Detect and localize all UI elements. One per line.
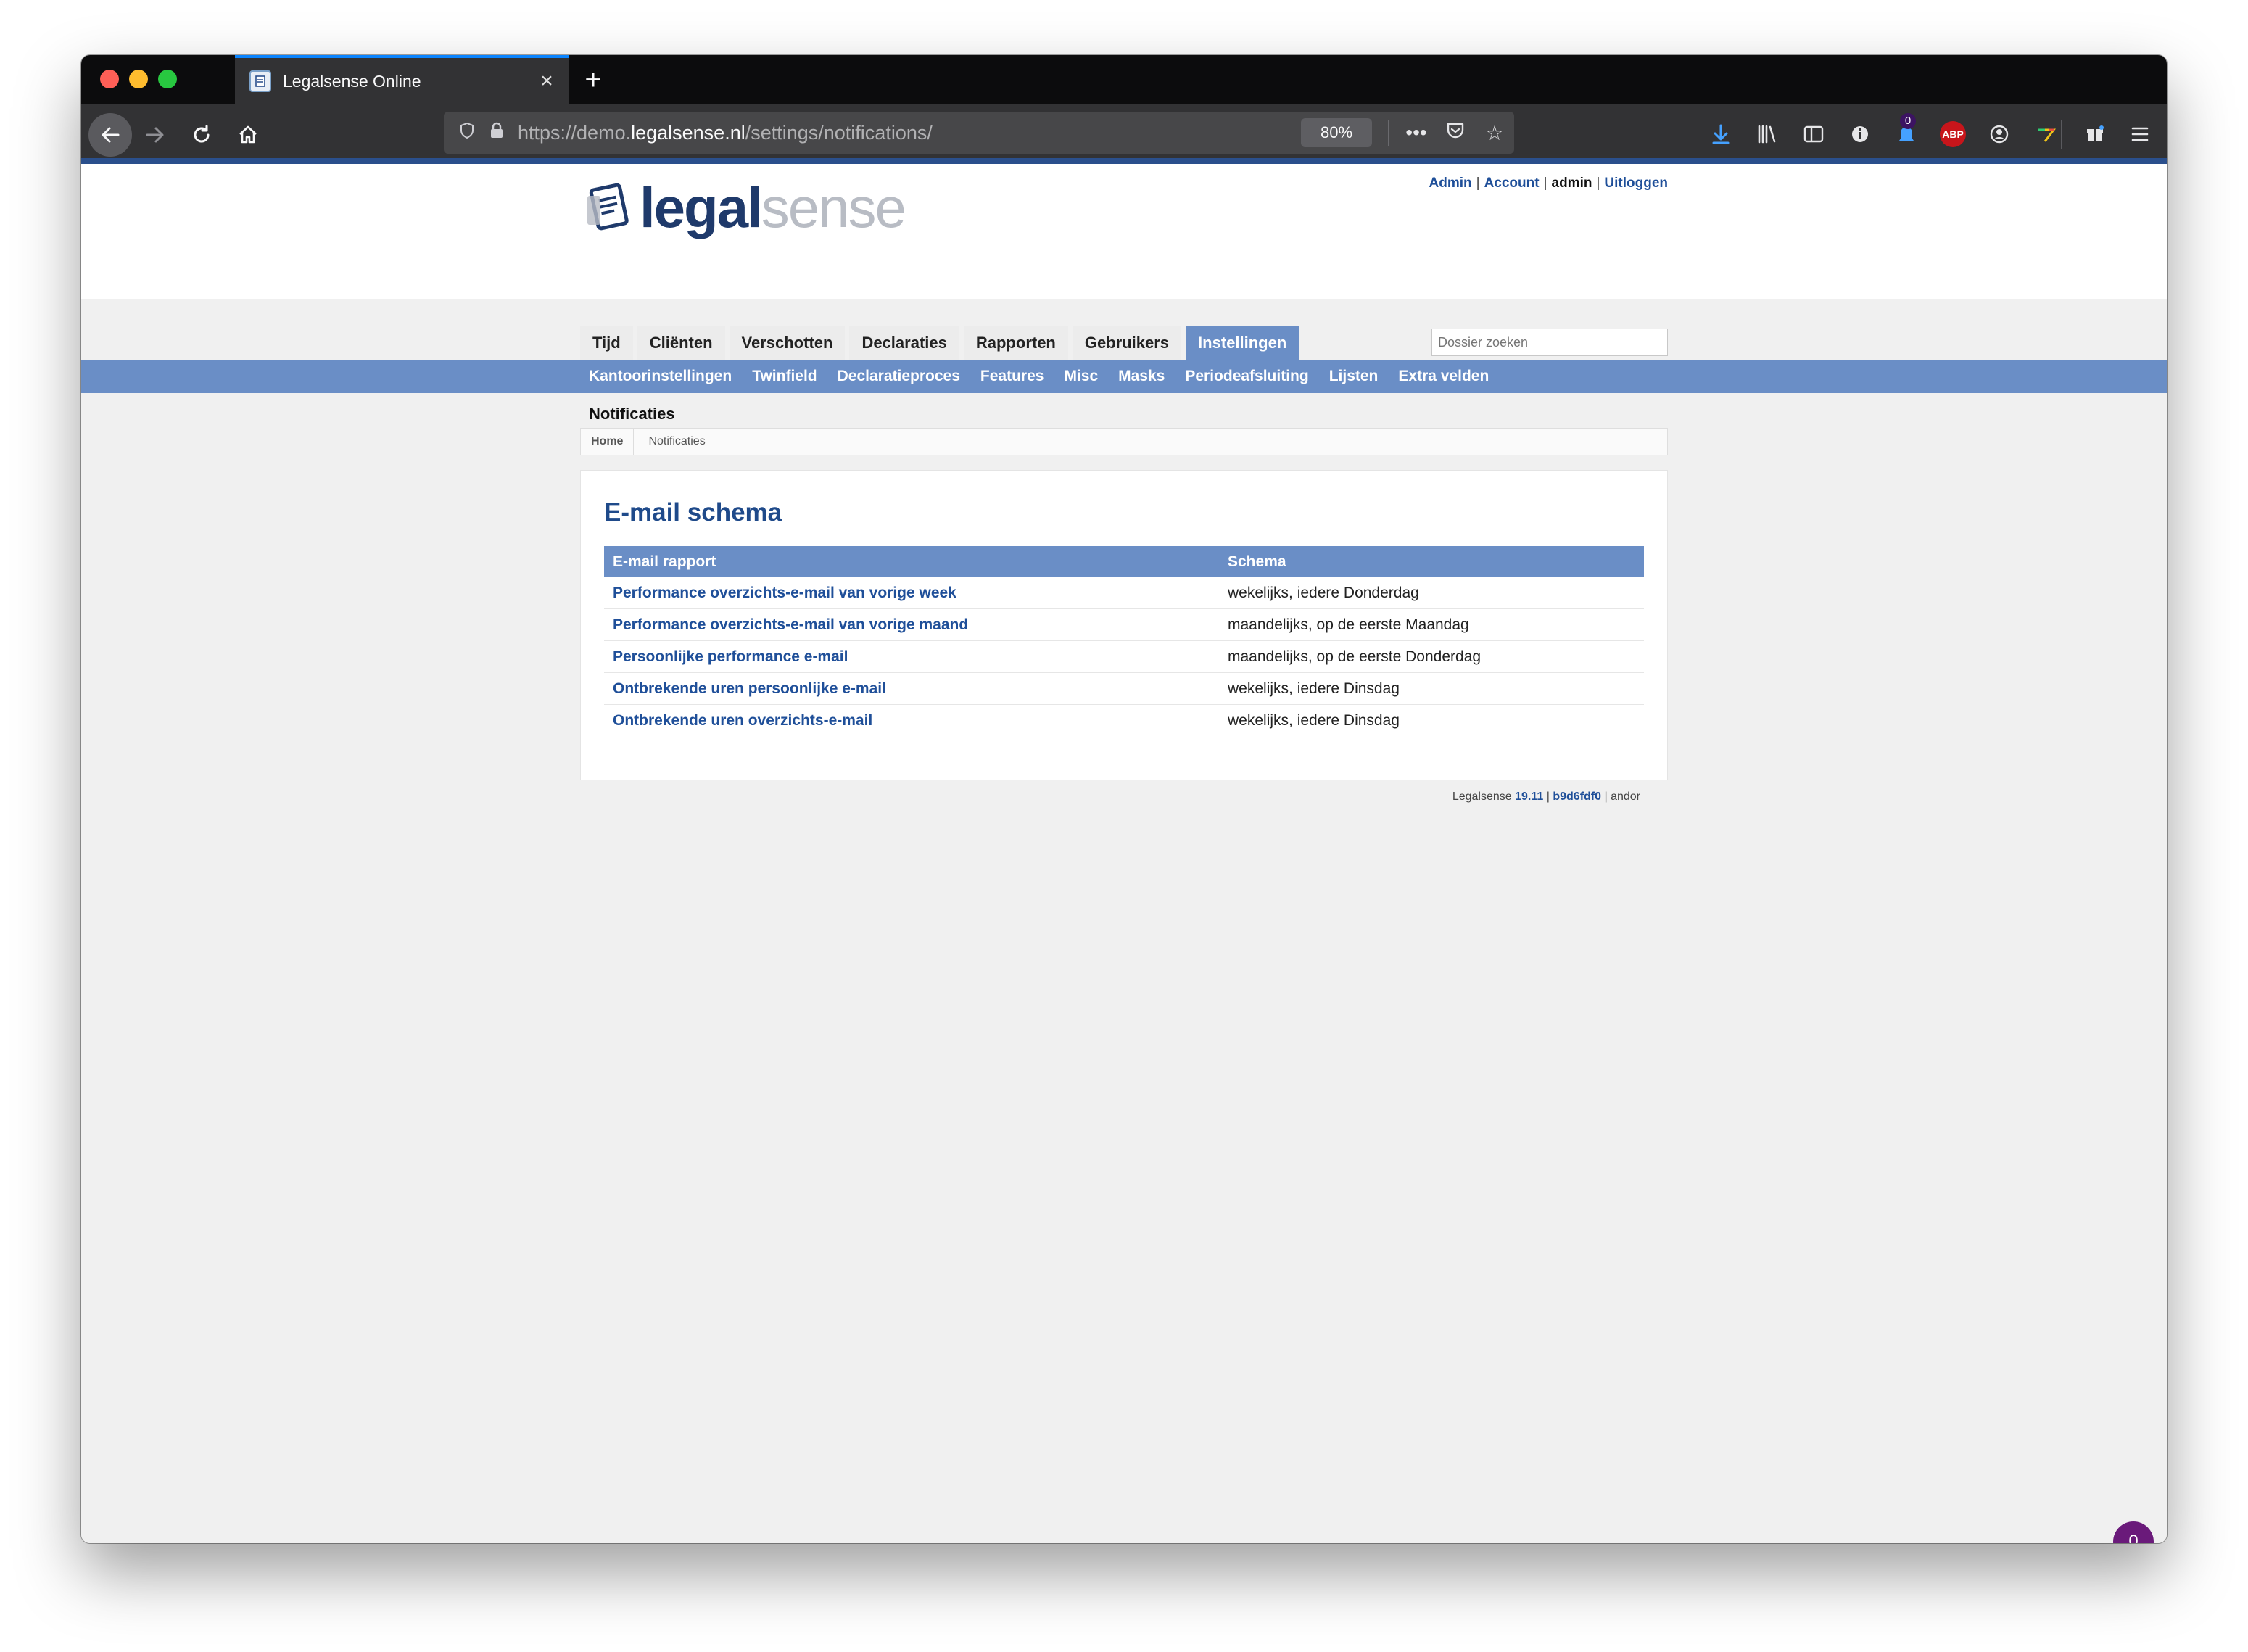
table-row: Ontbrekende uren overzichts-e-mail wekel… [604, 705, 1644, 737]
current-user: admin [1551, 175, 1592, 191]
subnav-twinfield[interactable]: Twinfield [752, 360, 817, 393]
subnav-periodeafsluiting[interactable]: Periodeafsluiting [1185, 360, 1308, 393]
breadcrumb-home[interactable]: Home [581, 429, 635, 455]
subnav-misc[interactable]: Misc [1064, 360, 1098, 393]
close-tab-icon[interactable]: × [532, 69, 561, 94]
logout-link[interactable]: Uitloggen [1604, 175, 1668, 191]
minimize-window-button[interactable] [129, 70, 148, 88]
browser-window: Legalsense Online × + https://demo.legal… [81, 55, 2167, 1543]
toolbar-accent-line [81, 158, 2167, 164]
user-links: Admin | Account | admin | Uitloggen [1429, 175, 1668, 191]
footer-host: andor [1611, 790, 1640, 803]
tracking-shield-icon[interactable] [454, 122, 480, 144]
reload-button[interactable] [180, 113, 223, 157]
breadcrumb-current: Notificaties [648, 435, 706, 447]
tab-clienten[interactable]: Cliënten [637, 326, 725, 360]
browser-titlebar: Legalsense Online × + [81, 55, 2167, 104]
account-icon[interactable] [1983, 117, 2016, 151]
table-row: Ontbrekende uren persoonlijke e-mail wek… [604, 672, 1644, 705]
url-text[interactable]: https://demo.legalsense.nl/settings/noti… [518, 122, 1301, 144]
zoom-level-badge[interactable]: 80% [1301, 118, 1372, 147]
version-link[interactable]: 19.11 [1515, 790, 1543, 803]
column-header-schedule: Schema [1219, 546, 1644, 577]
table-row: Performance overzichts-e-mail van vorige… [604, 577, 1644, 609]
subnav-kantoorinstellingen[interactable]: Kantoorinstellingen [589, 360, 732, 393]
color-extension-icon[interactable] [2029, 117, 2062, 151]
favicon-icon [249, 70, 271, 92]
tab-gebruikers[interactable]: Gebruikers [1072, 326, 1182, 360]
bookmark-star-icon[interactable]: ☆ [1475, 121, 1514, 145]
new-tab-button[interactable]: + [574, 61, 612, 99]
tab-title: Legalsense Online [283, 71, 421, 91]
table-row: Performance overzichts-e-mail van vorige… [604, 608, 1644, 641]
email-schedule-panel: E-mail schema E-mail rapport Schema Perf… [580, 470, 1668, 780]
web-page: legalsense Admin | Account | admin | Uitloggen… [81, 164, 2167, 1543]
email-schedule-table: E-mail rapport Schema Performance overzi… [604, 546, 1644, 736]
subnav-declaratieproces[interactable]: Declaratieproces [838, 360, 960, 393]
schedule-cell: maandelijks, op de eerste Donderdag [1219, 640, 1644, 673]
logo-wordmark: legalsense [640, 175, 906, 239]
library-icon[interactable] [1751, 117, 1784, 151]
main-navigation: Tijd Cliënten Verschotten Declaraties Ra… [580, 326, 1303, 360]
address-bar[interactable]: https://demo.legalsense.nl/settings/noti… [444, 112, 1514, 154]
dossier-search-input[interactable] [1431, 329, 1668, 356]
admin-link[interactable]: Admin [1429, 175, 1472, 191]
close-window-button[interactable] [100, 70, 119, 88]
tab-rapporten[interactable]: Rapporten [963, 326, 1068, 360]
page-footer: Legalsense 19.11 | b9d6fdf0 | andor [1452, 790, 1640, 803]
browser-tab[interactable]: Legalsense Online × [235, 55, 569, 104]
schedule-cell: wekelijks, iedere Donderdag [1219, 577, 1644, 609]
subnav-features[interactable]: Features [980, 360, 1044, 393]
info-extension-icon[interactable] [1843, 117, 1877, 151]
tab-tijd[interactable]: Tijd [580, 326, 633, 360]
tab-verschotten[interactable]: Verschotten [729, 326, 846, 360]
urlbar-separator [1388, 120, 1389, 146]
settings-subnav: Kantoorinstellingen Twinfield Declaratie… [81, 360, 2167, 393]
browser-toolbar: https://demo.legalsense.nl/settings/noti… [81, 104, 2167, 164]
subnav-lijsten[interactable]: Lijsten [1329, 360, 1379, 393]
account-link[interactable]: Account [1484, 175, 1540, 191]
report-link[interactable]: Persoonlijke performance e-mail [604, 640, 1219, 673]
pocket-icon[interactable] [1436, 121, 1475, 144]
column-header-report: E-mail rapport [604, 546, 1219, 577]
legalsense-logo[interactable]: legalsense [584, 175, 906, 239]
panel-title: E-mail schema [604, 498, 782, 526]
page-actions-icon[interactable]: ••• [1397, 121, 1436, 144]
subnav-extra-velden[interactable]: Extra velden [1398, 360, 1489, 393]
whats-new-gift-icon[interactable] [2078, 117, 2112, 151]
schedule-cell: wekelijks, iedere Dinsdag [1219, 672, 1644, 705]
extension-badge-count: 0 [1900, 113, 1916, 129]
sidebar-icon[interactable] [1797, 117, 1830, 151]
adblock-plus-icon[interactable]: ABP [1940, 121, 1966, 147]
forward-button[interactable] [133, 113, 177, 157]
schedule-cell: wekelijks, iedere Dinsdag [1228, 711, 1400, 729]
report-link[interactable]: Ontbrekende uren persoonlijke e-mail [604, 672, 1219, 705]
subnav-masks[interactable]: Masks [1118, 360, 1165, 393]
logo-document-icon [587, 183, 629, 231]
tab-instellingen[interactable]: Instellingen [1186, 326, 1299, 360]
hamburger-menu-icon[interactable] [2123, 117, 2157, 151]
schedule-cell: maandelijks, op de eerste Maandag [1219, 608, 1644, 641]
lock-icon[interactable] [480, 122, 513, 144]
site-header [81, 164, 2167, 299]
tab-declaraties[interactable]: Declaraties [849, 326, 959, 360]
table-row: Persoonlijke performance e-mail maandeli… [604, 640, 1644, 673]
maximize-window-button[interactable] [158, 70, 177, 88]
chat-widget-button[interactable]: 0 [2113, 1521, 2154, 1543]
back-button[interactable] [88, 113, 132, 157]
home-button[interactable] [226, 113, 270, 157]
footer-product: Legalsense [1452, 790, 1512, 803]
report-link[interactable]: Performance overzichts-e-mail van vorige… [604, 608, 1219, 641]
downloads-icon[interactable] [1704, 117, 1737, 151]
page-title: Notificaties [589, 405, 675, 423]
report-link[interactable]: Performance overzichts-e-mail van vorige… [604, 577, 1219, 609]
commit-link[interactable]: b9d6fdf0 [1553, 790, 1601, 803]
breadcrumb: Home Notificaties [580, 428, 1668, 455]
table-header-row: E-mail rapport Schema [604, 546, 1644, 577]
toolbar-separator [2061, 120, 2062, 149]
report-link[interactable]: Ontbrekende uren overzichts-e-mail [604, 705, 1219, 737]
